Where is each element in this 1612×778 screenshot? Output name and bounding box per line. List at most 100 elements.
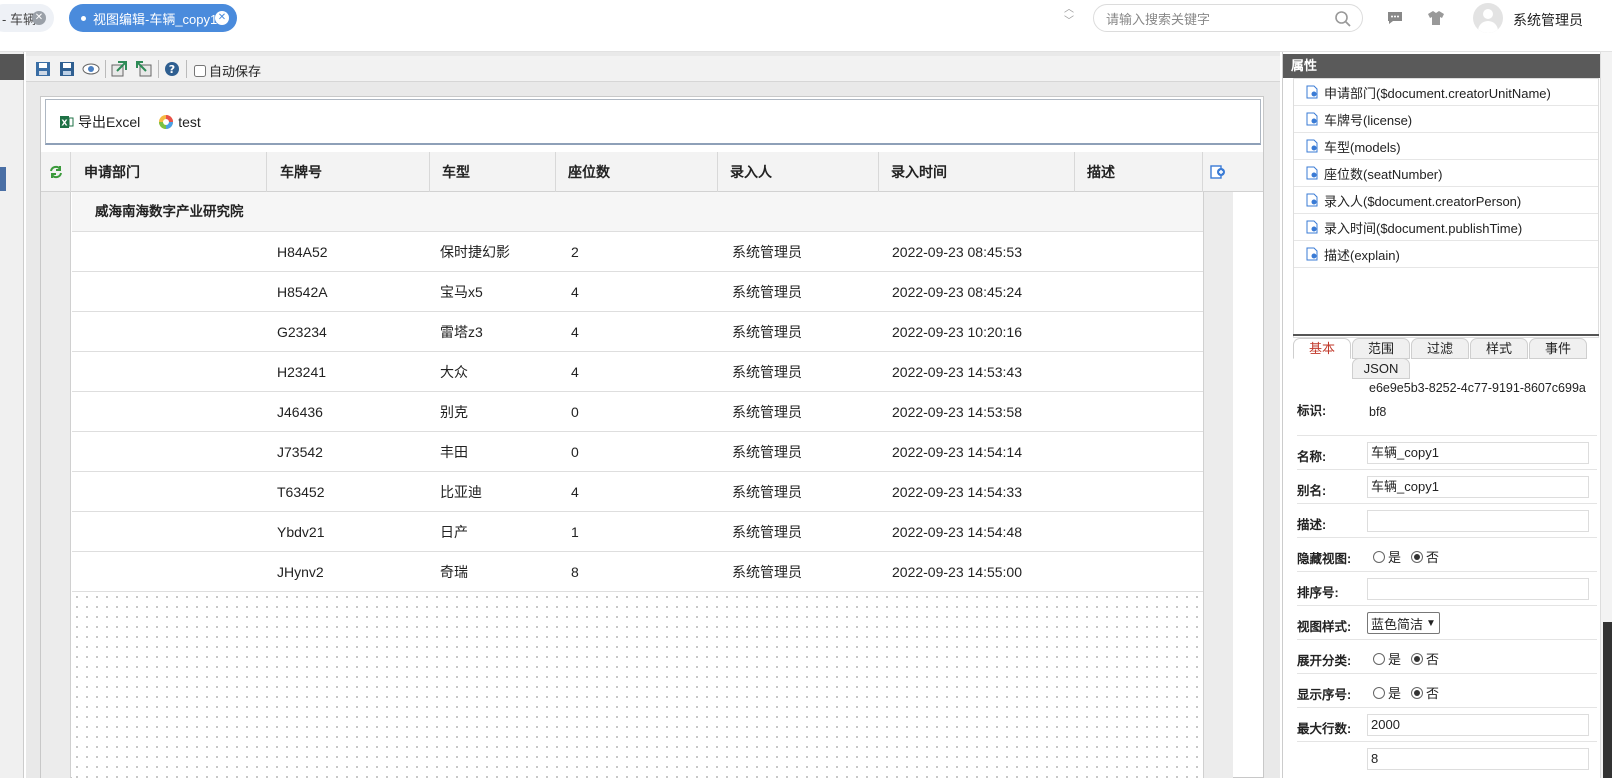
max-rows-input[interactable]: 2000 bbox=[1367, 714, 1589, 736]
group-row-department[interactable]: 威海南海数字产业研究院 bbox=[72, 192, 1203, 232]
table-row[interactable]: H84A52 保时捷幻影 2 系统管理员 2022-09-23 08:45:53 bbox=[72, 232, 1203, 272]
cell-create-time: 2022-09-23 14:54:33 bbox=[892, 484, 1022, 500]
cell-seats: 4 bbox=[571, 324, 579, 340]
search-input[interactable] bbox=[1106, 10, 1326, 28]
prop-row-order: 排序号: bbox=[1297, 572, 1597, 606]
save-as-icon[interactable] bbox=[58, 60, 76, 78]
table-row[interactable]: J46436 别克 0 系统管理员 2022-09-23 14:53:58 bbox=[72, 392, 1203, 432]
field-list-item[interactable]: 录入人($document.creatorPerson) bbox=[1294, 187, 1598, 214]
yes-label: 是 bbox=[1388, 550, 1402, 565]
tab-label: - 车辆 bbox=[2, 11, 36, 27]
show-sequence-yes-radio[interactable] bbox=[1373, 686, 1385, 699]
prop-row-max-rows: 最大行数: 2000 bbox=[1297, 708, 1597, 742]
expand-category-no-radio[interactable] bbox=[1411, 652, 1424, 665]
tab-scope[interactable]: 范围 bbox=[1352, 338, 1410, 359]
tab-basic[interactable]: 基本 bbox=[1293, 338, 1351, 359]
view-action-bar: X 导出Excel test bbox=[45, 99, 1261, 145]
left-panel-selection-marker[interactable] bbox=[0, 167, 6, 191]
field-list-item[interactable]: 录入时间($document.publishTime) bbox=[1294, 214, 1598, 241]
field-icon bbox=[1306, 112, 1318, 126]
table-row[interactable]: H8542A 宝马x5 4 系统管理员 2022-09-23 08:45:24 bbox=[72, 272, 1203, 312]
row-gutter-right bbox=[1203, 192, 1233, 778]
alias-input[interactable]: 车辆_copy1 bbox=[1367, 476, 1589, 498]
prop-row-next: 8 bbox=[1297, 742, 1597, 776]
cell-seats: 4 bbox=[571, 484, 579, 500]
next-property-input[interactable]: 8 bbox=[1367, 748, 1589, 770]
tab-vehicle[interactable]: - 车辆 ✕ bbox=[0, 4, 54, 32]
refresh-icon[interactable] bbox=[41, 152, 71, 192]
cell-model: 宝马x5 bbox=[440, 284, 483, 300]
tab-event[interactable]: 事件 bbox=[1529, 338, 1587, 359]
chevron-up-icon[interactable]: ︿ bbox=[1062, 4, 1076, 16]
order-input[interactable] bbox=[1367, 578, 1589, 600]
tab-scroll-arrows[interactable]: ︿ ﹀ bbox=[1062, 4, 1076, 32]
field-list-item[interactable]: 座位数(seatNumber) bbox=[1294, 160, 1598, 187]
table-row[interactable]: JHynv2 奇瑞 8 系统管理员 2022-09-23 14:55:00 bbox=[72, 552, 1203, 592]
shirt-icon[interactable] bbox=[1427, 9, 1445, 27]
view-style-select[interactable]: 蓝色简洁 ▼ bbox=[1367, 612, 1440, 634]
name-input[interactable]: 车辆_copy1 bbox=[1367, 442, 1589, 464]
page-scrollbar[interactable] bbox=[1600, 52, 1612, 778]
expand-category-radio-group: 是 否 bbox=[1373, 649, 1449, 668]
preview-eye-icon[interactable] bbox=[82, 60, 100, 78]
field-list-item[interactable]: 描述(explain) bbox=[1294, 241, 1598, 268]
field-list-item[interactable]: 车牌号(license) bbox=[1294, 106, 1598, 133]
field-icon bbox=[1306, 193, 1318, 207]
cell-creator: 系统管理员 bbox=[732, 284, 802, 300]
column-header-description[interactable]: 描述 bbox=[1075, 152, 1203, 192]
autosave-toggle[interactable] bbox=[194, 64, 206, 77]
import-icon[interactable] bbox=[110, 60, 128, 78]
add-column-icon[interactable] bbox=[1203, 152, 1233, 192]
cell-create-time: 2022-09-23 14:53:43 bbox=[892, 364, 1022, 380]
help-icon[interactable]: ? bbox=[163, 60, 181, 78]
table-row[interactable]: Ybdv21 日产 1 系统管理员 2022-09-23 14:54:48 bbox=[72, 512, 1203, 552]
export-excel-button[interactable]: X 导出Excel bbox=[60, 112, 140, 132]
column-header-creator[interactable]: 录入人 bbox=[718, 152, 879, 192]
tab-style[interactable]: 样式 bbox=[1470, 338, 1528, 359]
close-icon[interactable]: ✕ bbox=[32, 11, 46, 25]
tab-filter[interactable]: 过滤 bbox=[1411, 338, 1469, 359]
column-header-department[interactable]: 申请部门 bbox=[72, 152, 267, 192]
id-label: 标识: bbox=[1297, 404, 1327, 418]
column-header-license[interactable]: 车牌号 bbox=[267, 152, 430, 192]
message-icon[interactable] bbox=[1386, 9, 1404, 27]
table-row[interactable]: J73542 丰田 0 系统管理员 2022-09-23 14:54:14 bbox=[72, 432, 1203, 472]
field-icon bbox=[1306, 85, 1318, 99]
show-sequence-no-radio[interactable] bbox=[1411, 686, 1424, 699]
hidden-view-no-radio[interactable] bbox=[1411, 550, 1424, 563]
field-list-item[interactable]: 申请部门($document.creatorUnitName) bbox=[1294, 79, 1598, 106]
active-dot-icon bbox=[81, 15, 86, 21]
cell-creator: 系统管理员 bbox=[732, 364, 802, 380]
search-icon[interactable] bbox=[1334, 10, 1352, 31]
field-list-item[interactable]: 车型(models) bbox=[1294, 133, 1598, 160]
column-header-seats[interactable]: 座位数 bbox=[556, 152, 718, 192]
description-input[interactable] bbox=[1367, 510, 1589, 532]
field-label: 座位数(seatNumber) bbox=[1324, 166, 1443, 182]
cell-seats: 1 bbox=[571, 524, 579, 540]
test-button[interactable]: test bbox=[158, 114, 201, 130]
export-icon[interactable] bbox=[135, 60, 153, 78]
cell-create-time: 2022-09-23 08:45:24 bbox=[892, 284, 1022, 300]
table-row[interactable]: H23241 大众 4 系统管理员 2022-09-23 14:53:43 bbox=[72, 352, 1203, 392]
cell-license: G23234 bbox=[277, 324, 327, 340]
cell-create-time: 2022-09-23 14:54:14 bbox=[892, 444, 1022, 460]
expand-category-yes-radio[interactable] bbox=[1373, 652, 1385, 665]
close-icon[interactable]: ✕ bbox=[215, 11, 229, 25]
chevron-down-icon[interactable]: ﹀ bbox=[1062, 16, 1076, 28]
export-excel-label: 导出Excel bbox=[78, 113, 141, 130]
hidden-view-label: 隐藏视图: bbox=[1297, 552, 1352, 566]
tab-view-editor[interactable]: 视图编辑-车辆_copy1 ✕ bbox=[69, 4, 237, 32]
scrollbar-thumb[interactable] bbox=[1603, 622, 1612, 778]
prop-row-view-style: 视图样式: 蓝色简洁 ▼ bbox=[1297, 606, 1597, 640]
left-collapsed-panel bbox=[0, 52, 24, 778]
user-name[interactable]: 系统管理员 bbox=[1513, 10, 1583, 30]
column-header-model[interactable]: 车型 bbox=[430, 152, 556, 192]
empty-grid-area bbox=[72, 592, 1203, 778]
hidden-view-yes-radio[interactable] bbox=[1373, 550, 1385, 563]
table-row[interactable]: G23234 雷塔z3 4 系统管理员 2022-09-23 10:20:16 bbox=[72, 312, 1203, 352]
save-icon[interactable] bbox=[34, 60, 52, 78]
autosave-checkbox[interactable]: 自动保存 bbox=[194, 61, 261, 80]
column-header-create-time[interactable]: 录入时间 bbox=[879, 152, 1075, 192]
table-row[interactable]: T63452 比亚迪 4 系统管理员 2022-09-23 14:54:33 bbox=[72, 472, 1203, 512]
avatar[interactable] bbox=[1473, 3, 1503, 33]
